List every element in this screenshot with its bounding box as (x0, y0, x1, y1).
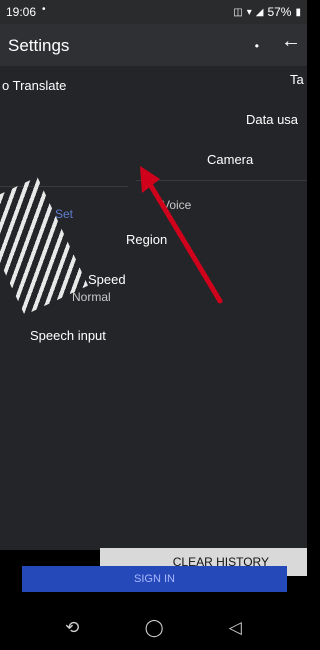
nav-back-icon[interactable]: ◁ (229, 618, 242, 638)
header-dot: • (254, 39, 259, 53)
status-time: 19:06 (6, 5, 37, 19)
system-nav-bar: ⟲ ◯ ◁ (0, 605, 307, 650)
back-arrow-icon[interactable]: ← (281, 30, 301, 53)
app-header: Settings • ← (0, 24, 307, 66)
vibrate-icon: ◫ (233, 6, 243, 18)
tap-to-translate-item[interactable]: o Translate (2, 78, 66, 93)
battery-percentage: 57% (267, 5, 292, 19)
settings-link[interactable]: Set (55, 207, 73, 221)
red-arrow-icon (140, 166, 223, 304)
settings-panel: o Translate Ta Data usa Camera Voice Set… (0, 66, 307, 556)
status-bar: 19:06 • ◫ ▾ ◢ 57% ▮ (0, 0, 307, 24)
wifi-icon: ▾ (246, 6, 252, 18)
status-icons: ◫ ▾ ◢ 57% ▮ (233, 5, 301, 19)
primary-action-button[interactable]: SIGN IN (22, 566, 287, 592)
speech-input-item[interactable]: Speech input (30, 328, 106, 343)
primary-action-label: SIGN IN (134, 573, 175, 585)
battery-icon: ▮ (295, 6, 301, 18)
signal-icon: ◢ (255, 6, 264, 18)
speed-item[interactable]: Speed (88, 272, 126, 287)
speed-value: Normal (72, 290, 111, 304)
tap-item[interactable]: Ta (290, 72, 304, 87)
status-dot: • (42, 4, 46, 15)
nav-home-icon[interactable]: ◯ (145, 618, 164, 638)
nav-recent-icon[interactable]: ⟲ (65, 618, 79, 638)
data-usage-item[interactable]: Data usa (246, 112, 298, 127)
page-title: Settings (8, 36, 70, 55)
